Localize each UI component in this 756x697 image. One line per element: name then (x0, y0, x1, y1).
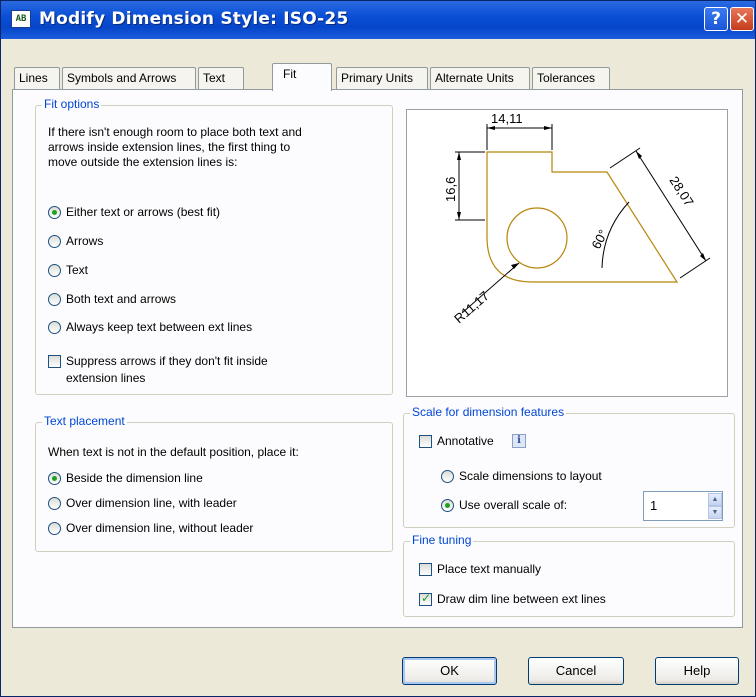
radio-label-over-with-leader[interactable]: Over dimension line, with leader (66, 496, 237, 511)
fit-description-line1: If there isn't enough room to place both… (48, 125, 302, 139)
preview-part-hole (506, 207, 568, 269)
fit-description-line2: arrows inside extension lines, the first… (48, 140, 291, 154)
scale-legend: Scale for dimension features (410, 405, 567, 419)
suppress-arrows-checkbox[interactable] (48, 355, 61, 368)
radio-label-either-text-or-arrows[interactable]: Either text or arrows (best fit) (66, 205, 220, 220)
radio-over-without-leader[interactable] (48, 522, 61, 535)
radio-scale-to-layout[interactable] (441, 470, 454, 483)
tab-symbols-and-arrows[interactable]: Symbols and Arrows (62, 67, 196, 89)
help-button[interactable]: Help (655, 657, 739, 685)
cancel-button[interactable]: Cancel (528, 657, 624, 685)
dim-right-label: 28,07 (666, 173, 696, 208)
suppress-arrows-label-line2[interactable]: extension lines (66, 371, 145, 386)
preview-drawing: 14,11 16,6 28,07 60° R11,17 (443, 111, 711, 326)
tab-tolerances[interactable]: Tolerances (532, 67, 610, 89)
radio-beside-dimension-line[interactable] (48, 472, 61, 485)
close-button[interactable]: ✕ (730, 7, 754, 31)
radio-label-over-without-leader[interactable]: Over dimension line, without leader (66, 521, 253, 536)
suppress-arrows-label-line1[interactable]: Suppress arrows if they don't fit inside (66, 354, 268, 369)
help-title-button[interactable]: ? (704, 7, 728, 31)
radio-either-text-or-arrows[interactable] (48, 206, 61, 219)
place-text-manually-checkbox[interactable] (419, 563, 432, 576)
dialog-window: AB Modify Dimension Style: ISO-25 ? ✕ Li… (0, 0, 756, 697)
radio-label-text[interactable]: Text (66, 263, 88, 278)
annotative-checkbox[interactable] (419, 435, 432, 448)
dialog-title: Modify Dimension Style: ISO-25 (39, 9, 349, 29)
radio-arrows[interactable] (48, 235, 61, 248)
radio-both-text-and-arrows[interactable] (48, 293, 61, 306)
text-placement-description: When text is not in the default position… (48, 445, 299, 459)
fit-description-line3: move outside the extension lines is: (48, 155, 238, 169)
tab-alternate-units[interactable]: Alternate Units (430, 67, 530, 89)
text-placement-legend: Text placement (42, 414, 127, 428)
app-icon: AB (11, 10, 31, 28)
tab-text[interactable]: Text (198, 67, 244, 89)
draw-dim-line-label[interactable]: Draw dim line between ext lines (437, 592, 606, 607)
dim-left-label: 16,6 (443, 177, 458, 202)
tab-lines[interactable]: Lines (14, 67, 60, 89)
radio-over-with-leader[interactable] (48, 497, 61, 510)
annotative-label[interactable]: Annotative (437, 434, 494, 449)
radio-label-arrows[interactable]: Arrows (66, 234, 103, 249)
radio-label-both-text-and-arrows[interactable]: Both text and arrows (66, 292, 176, 307)
spin-down-icon[interactable]: ▼ (708, 506, 722, 519)
radio-label-overall-scale[interactable]: Use overall scale of: (459, 498, 567, 513)
fine-tuning-legend: Fine tuning (410, 533, 474, 547)
overall-scale-value[interactable]: 1 (650, 498, 657, 513)
dim-top-label: 14,11 (491, 111, 523, 126)
dim-radius-label: R11,17 (451, 288, 492, 326)
radio-label-beside-dimension-line[interactable]: Beside the dimension line (66, 471, 203, 486)
place-text-manually-label[interactable]: Place text manually (437, 562, 541, 577)
dim-angle-label: 60° (588, 227, 610, 251)
radio-always-keep-text[interactable] (48, 321, 61, 334)
tab-fit[interactable]: Fit (272, 63, 332, 91)
dimension-preview: 14,11 16,6 28,07 60° R11,17 (406, 109, 728, 397)
overall-scale-spinbox[interactable]: 1 ▲ ▼ (643, 491, 723, 521)
radio-label-always-keep-text[interactable]: Always keep text between ext lines (66, 320, 252, 335)
radio-label-scale-to-layout[interactable]: Scale dimensions to layout (459, 469, 602, 484)
radio-text[interactable] (48, 264, 61, 277)
ok-button[interactable]: OK (402, 657, 497, 685)
draw-dim-line-checkbox[interactable] (419, 591, 432, 606)
fit-options-legend: Fit options (42, 97, 102, 111)
tab-primary-units[interactable]: Primary Units (336, 67, 428, 89)
title-bar[interactable]: AB Modify Dimension Style: ISO-25 ? ✕ (1, 1, 755, 39)
info-icon[interactable]: i (512, 434, 526, 448)
spin-up-icon[interactable]: ▲ (708, 493, 722, 506)
radio-overall-scale[interactable] (441, 499, 454, 512)
